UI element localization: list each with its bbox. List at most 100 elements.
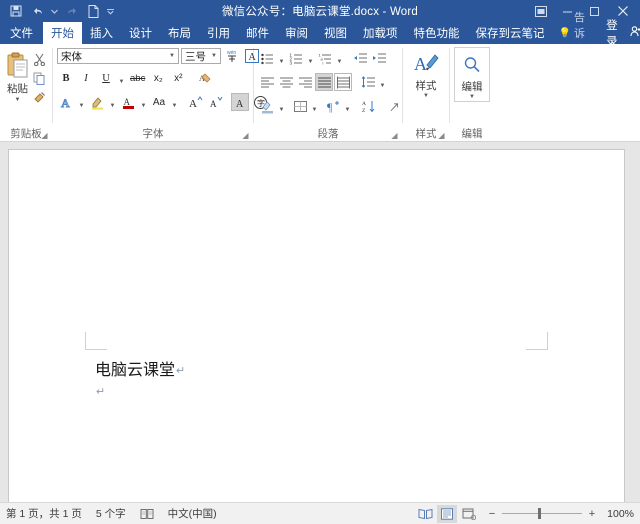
zoom-slider-thumb[interactable] [538, 508, 541, 519]
view-web-layout-button[interactable] [459, 505, 479, 523]
tab-bar-right: 💡 告诉我... 登录 共享 [553, 22, 640, 44]
numbering-icon[interactable]: 123 [287, 49, 305, 67]
tab-file[interactable]: 文件 [0, 22, 43, 44]
styles-button[interactable]: A 样式 ▼ [407, 47, 445, 100]
document-paragraph-2[interactable]: ↵ [95, 385, 105, 399]
distribute-icon[interactable] [334, 73, 352, 91]
italic-button[interactable]: I [77, 69, 95, 87]
proofing-errors-icon[interactable] [133, 508, 161, 520]
zoom-out-button[interactable]: − [487, 508, 497, 520]
document-page[interactable] [8, 149, 625, 502]
line-spacing-chevron-down-icon[interactable]: ▼ [378, 71, 387, 93]
underline-chevron-down-icon[interactable]: ▼ [117, 67, 126, 89]
shading-chevron-down-icon[interactable]: ▼ [277, 95, 286, 117]
bold-button[interactable]: B [57, 69, 75, 87]
font-color-icon[interactable]: A [119, 93, 137, 111]
paragraph-dialog-launcher[interactable]: ◢ [390, 131, 399, 140]
tab-view[interactable]: 视图 [316, 22, 355, 44]
phonetic-guide-icon[interactable]: wén [223, 47, 241, 65]
font-size-chevron-down-icon[interactable]: ▼ [208, 53, 220, 59]
text-effects-icon[interactable]: A [57, 93, 75, 111]
bullets-chevron-down-icon[interactable]: ▼ [277, 47, 286, 69]
font-dialog-launcher[interactable]: ◢ [241, 131, 250, 140]
font-name-chevron-down-icon[interactable]: ▼ [166, 53, 178, 59]
font-name-input[interactable]: 宋体 ▼ [57, 48, 179, 64]
styles-dialog-launcher[interactable]: ◢ [437, 131, 446, 140]
save-icon[interactable] [6, 2, 26, 21]
multilevel-chevron-down-icon[interactable]: ▼ [335, 47, 344, 69]
sort-icon[interactable]: AZ [359, 97, 377, 115]
format-painter-icon[interactable] [31, 89, 48, 106]
tab-features[interactable]: 特色功能 [406, 22, 468, 44]
character-shading-icon[interactable]: A [231, 93, 249, 111]
paste-chevron-down-icon[interactable]: ▼ [15, 97, 21, 103]
superscript-button[interactable]: x² [169, 69, 187, 87]
subscript-button[interactable]: x₂ [149, 69, 167, 87]
numbering-chevron-down-icon[interactable]: ▼ [306, 47, 315, 69]
editing-label: 编辑 [462, 79, 483, 94]
styles-icon: A [413, 50, 440, 78]
grow-font-icon[interactable]: A [186, 93, 204, 111]
strikethrough-button[interactable]: abc [128, 69, 147, 87]
view-read-mode-button[interactable] [415, 505, 435, 523]
highlight-color-icon[interactable] [88, 93, 106, 111]
borders-icon[interactable] [291, 97, 309, 115]
underline-button[interactable]: U [97, 69, 115, 87]
change-case-chevron-down-icon[interactable]: ▼ [170, 91, 179, 113]
tab-save-to-cloud-notes[interactable]: 保存到云笔记 [468, 22, 553, 44]
font-size-input[interactable]: 三号 ▼ [181, 48, 221, 64]
font-row-1: 宋体 ▼ 三号 ▼ wén A [57, 47, 261, 65]
change-case-button[interactable]: Aa [150, 93, 168, 111]
language-indicator[interactable]: 中文(中国) [161, 506, 224, 521]
ribbon-display-options-icon[interactable] [527, 0, 554, 22]
document-paragraph-1[interactable]: 电脑云课堂↵ [95, 356, 185, 380]
undo-dropdown-icon[interactable] [48, 2, 61, 21]
paragraph-settings-icon[interactable]: ↗ [384, 97, 402, 115]
align-left-icon[interactable] [258, 73, 276, 91]
tab-addins[interactable]: 加载项 [355, 22, 406, 44]
zoom-in-button[interactable]: + [587, 508, 597, 520]
text-effects-chevron-down-icon[interactable]: ▼ [77, 91, 86, 113]
editing-button[interactable]: 编辑 ▼ [454, 47, 490, 102]
clear-formatting-icon[interactable]: A [195, 69, 213, 87]
margin-marker-top-left [85, 332, 107, 350]
copy-icon[interactable] [31, 70, 48, 87]
tab-design[interactable]: 设计 [121, 22, 160, 44]
paste-button[interactable]: 粘贴 ▼ [4, 47, 31, 106]
redo-icon[interactable] [62, 2, 82, 21]
undo-icon[interactable] [27, 2, 47, 21]
highlight-chevron-down-icon[interactable]: ▼ [108, 91, 117, 113]
multilevel-list-icon[interactable]: 1ai [316, 49, 334, 67]
document-area[interactable]: 电脑云课堂↵ ↵ [0, 142, 640, 502]
tab-references[interactable]: 引用 [199, 22, 238, 44]
new-document-icon[interactable] [83, 2, 103, 21]
show-formatting-marks-icon[interactable]: ¶ [324, 97, 342, 115]
customize-qat-chevron-down-icon[interactable] [104, 2, 117, 21]
tab-insert[interactable]: 插入 [82, 22, 121, 44]
formatting-marks-chevron-down-icon[interactable]: ▼ [343, 95, 352, 117]
zoom-slider[interactable] [502, 513, 582, 514]
align-center-icon[interactable] [277, 73, 295, 91]
bullets-icon[interactable] [258, 49, 276, 67]
tab-layout[interactable]: 布局 [160, 22, 199, 44]
justify-icon[interactable] [315, 73, 333, 91]
shrink-font-icon[interactable]: A [206, 93, 224, 111]
font-color-chevron-down-icon[interactable]: ▼ [139, 91, 148, 113]
styles-chevron-down-icon[interactable]: ▼ [423, 93, 429, 100]
tab-review[interactable]: 审阅 [277, 22, 316, 44]
zoom-level-label[interactable]: 100% [602, 508, 634, 520]
word-count[interactable]: 5 个字 [89, 506, 133, 521]
tab-home[interactable]: 开始 [43, 22, 82, 44]
shading-icon[interactable] [258, 97, 276, 115]
cut-icon[interactable] [31, 51, 48, 68]
decrease-indent-icon[interactable] [351, 49, 369, 67]
increase-indent-icon[interactable] [370, 49, 388, 67]
tab-mailings[interactable]: 邮件 [238, 22, 277, 44]
view-print-layout-button[interactable] [437, 505, 457, 523]
editing-chevron-down-icon[interactable]: ▼ [469, 94, 475, 101]
align-right-icon[interactable] [296, 73, 314, 91]
line-spacing-icon[interactable] [359, 73, 377, 91]
borders-chevron-down-icon[interactable]: ▼ [310, 95, 319, 117]
page-indicator[interactable]: 第 1 页，共 1 页 [0, 506, 89, 521]
clipboard-dialog-launcher[interactable]: ◢ [40, 131, 49, 140]
